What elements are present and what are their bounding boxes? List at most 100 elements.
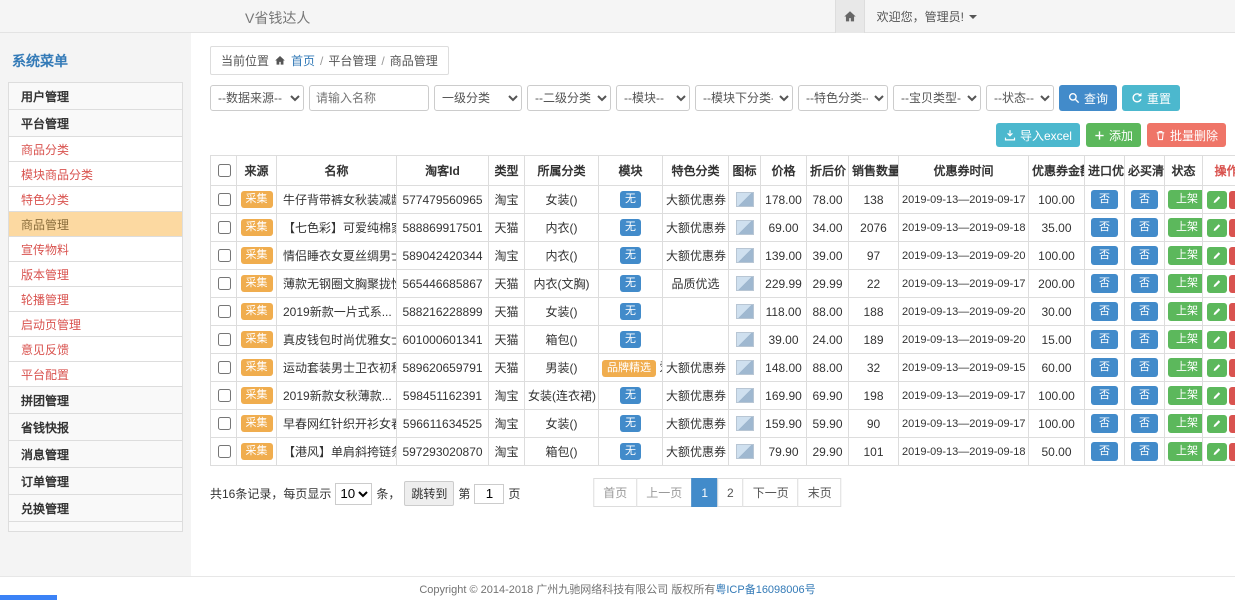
sidebar-item[interactable]: 用户管理 — [8, 82, 183, 110]
icp-link[interactable]: 粤ICP备16098006号 — [715, 581, 815, 597]
status-toggle[interactable]: 上架 — [1168, 330, 1203, 349]
edit-button[interactable] — [1207, 275, 1227, 293]
must-buy-toggle[interactable]: 否 — [1131, 246, 1158, 265]
sidebar-item[interactable]: 省钱快报 — [8, 413, 183, 441]
sidebar-subitem[interactable]: 轮播管理 — [8, 286, 183, 312]
delete-button[interactable] — [1229, 303, 1235, 321]
filter-name-input[interactable] — [309, 85, 429, 111]
sidebar-subitem[interactable]: 意见反馈 — [8, 336, 183, 362]
edit-button[interactable] — [1207, 303, 1227, 321]
delete-button[interactable] — [1229, 191, 1235, 209]
status-toggle[interactable]: 上架 — [1168, 414, 1203, 433]
status-toggle[interactable]: 上架 — [1168, 386, 1203, 405]
must-buy-toggle[interactable]: 否 — [1131, 358, 1158, 377]
import-select-toggle[interactable]: 否 — [1091, 386, 1118, 405]
sidebar-subitem[interactable]: 宣传物料 — [8, 236, 183, 262]
row-checkbox[interactable] — [218, 361, 231, 374]
must-buy-toggle[interactable]: 否 — [1131, 442, 1158, 461]
delete-button[interactable] — [1229, 219, 1235, 237]
must-buy-toggle[interactable]: 否 — [1131, 274, 1158, 293]
add-button[interactable]: 添加 — [1086, 123, 1141, 147]
must-buy-toggle[interactable]: 否 — [1131, 414, 1158, 433]
delete-button[interactable] — [1229, 359, 1235, 377]
row-checkbox[interactable] — [218, 277, 231, 290]
reset-button[interactable]: 重置 — [1122, 85, 1180, 111]
import-select-toggle[interactable]: 否 — [1091, 442, 1118, 461]
filter-status[interactable]: --状态-- — [986, 85, 1054, 111]
delete-button[interactable] — [1229, 275, 1235, 293]
pagination-button[interactable]: 1 — [691, 478, 718, 507]
delete-button[interactable] — [1229, 415, 1235, 433]
pagination-button[interactable]: 末页 — [798, 478, 842, 507]
horizontal-scrollbar-thumb[interactable] — [0, 595, 57, 600]
import-select-toggle[interactable]: 否 — [1091, 218, 1118, 237]
pagination-button[interactable]: 下一页 — [743, 478, 799, 507]
delete-button[interactable] — [1229, 387, 1235, 405]
must-buy-toggle[interactable]: 否 — [1131, 190, 1158, 209]
edit-button[interactable] — [1207, 219, 1227, 237]
sidebar-subitem[interactable]: 模块商品分类 — [8, 161, 183, 187]
pagination-button[interactable]: 上一页 — [636, 478, 692, 507]
filter-special[interactable]: --特色分类-- — [798, 85, 888, 111]
import-select-toggle[interactable]: 否 — [1091, 274, 1118, 293]
row-checkbox[interactable] — [218, 193, 231, 206]
import-select-toggle[interactable]: 否 — [1091, 190, 1118, 209]
import-select-toggle[interactable]: 否 — [1091, 330, 1118, 349]
sidebar-subitem[interactable]: 版本管理 — [8, 261, 183, 287]
import-select-toggle[interactable]: 否 — [1091, 246, 1118, 265]
edit-button[interactable] — [1207, 191, 1227, 209]
sidebar-item-partial[interactable] — [8, 521, 183, 532]
sidebar-subitem[interactable]: 特色分类 — [8, 186, 183, 212]
filter-module-sub[interactable]: --模块下分类-- — [695, 85, 793, 111]
delete-button[interactable] — [1229, 331, 1235, 349]
row-checkbox[interactable] — [218, 389, 231, 402]
search-button[interactable]: 查询 — [1059, 85, 1117, 111]
must-buy-toggle[interactable]: 否 — [1131, 218, 1158, 237]
delete-button[interactable] — [1229, 443, 1235, 461]
batch-delete-button[interactable]: 批量删除 — [1147, 123, 1226, 147]
import-excel-button[interactable]: 导入excel — [996, 123, 1080, 147]
sidebar-item[interactable]: 平台管理 — [8, 109, 183, 137]
sidebar-subitem[interactable]: 启动页管理 — [8, 311, 183, 337]
sidebar-item[interactable]: 消息管理 — [8, 440, 183, 468]
status-toggle[interactable]: 上架 — [1168, 218, 1203, 237]
sidebar-item[interactable]: 兑换管理 — [8, 494, 183, 522]
status-toggle[interactable]: 上架 — [1168, 302, 1203, 321]
pagination-button[interactable]: 2 — [717, 478, 744, 507]
filter-level1[interactable]: 一级分类 — [434, 85, 522, 111]
status-toggle[interactable]: 上架 — [1168, 358, 1203, 377]
must-buy-toggle[interactable]: 否 — [1131, 302, 1158, 321]
edit-button[interactable] — [1207, 331, 1227, 349]
row-checkbox[interactable] — [218, 249, 231, 262]
import-select-toggle[interactable]: 否 — [1091, 414, 1118, 433]
sidebar-subitem[interactable]: 商品分类 — [8, 136, 183, 162]
filter-module[interactable]: --模块-- — [616, 85, 690, 111]
filter-level2[interactable]: --二级分类-- — [527, 85, 611, 111]
must-buy-toggle[interactable]: 否 — [1131, 386, 1158, 405]
status-toggle[interactable]: 上架 — [1168, 246, 1203, 265]
edit-button[interactable] — [1207, 387, 1227, 405]
pagination-button[interactable]: 首页 — [593, 478, 637, 507]
sidebar-subitem[interactable]: 平台配置 — [8, 361, 183, 387]
status-toggle[interactable]: 上架 — [1168, 442, 1203, 461]
select-all-checkbox[interactable] — [218, 164, 231, 177]
row-checkbox[interactable] — [218, 445, 231, 458]
per-page-select[interactable]: 10 — [335, 483, 372, 505]
must-buy-toggle[interactable]: 否 — [1131, 330, 1158, 349]
jump-button[interactable]: 跳转到 — [404, 481, 454, 506]
edit-button[interactable] — [1207, 247, 1227, 265]
user-menu[interactable]: 欢迎您，管理员! — [877, 8, 977, 25]
home-button[interactable] — [835, 0, 865, 33]
import-select-toggle[interactable]: 否 — [1091, 358, 1118, 377]
status-toggle[interactable]: 上架 — [1168, 190, 1203, 209]
filter-data-source[interactable]: --数据来源-- — [210, 85, 304, 111]
edit-button[interactable] — [1207, 443, 1227, 461]
row-checkbox[interactable] — [218, 221, 231, 234]
sidebar-item[interactable]: 订单管理 — [8, 467, 183, 495]
delete-button[interactable] — [1229, 247, 1235, 265]
sidebar-item[interactable]: 拼团管理 — [8, 386, 183, 414]
row-checkbox[interactable] — [218, 333, 231, 346]
row-checkbox[interactable] — [218, 417, 231, 430]
sidebar-subitem[interactable]: 商品管理 — [8, 211, 183, 237]
filter-item-type[interactable]: --宝贝类型-- — [893, 85, 981, 111]
